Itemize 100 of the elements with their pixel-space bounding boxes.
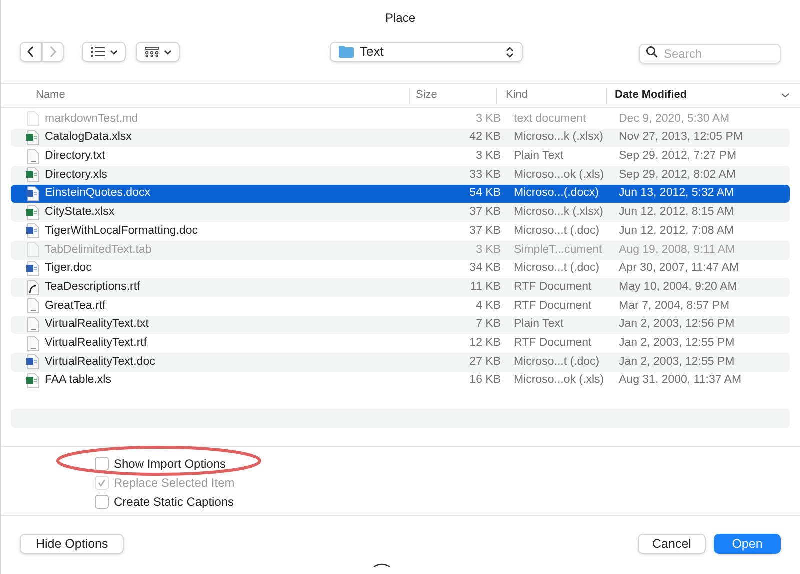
file-kind: RTF Document bbox=[514, 300, 592, 312]
file-size: 4 KB bbox=[476, 300, 501, 312]
file-kind: Microso...ok (.xls) bbox=[514, 374, 604, 386]
option-label: Create Static Captions bbox=[114, 494, 234, 510]
file-size: 37 KB bbox=[470, 224, 501, 237]
file-row[interactable]: TeaDescriptions.rtf 11 KB RTF Document May 10, 2004, 9:20 AM bbox=[11, 278, 790, 297]
file-date: Jan 2, 2003, 12:55 PM bbox=[619, 356, 735, 368]
grid-icon bbox=[144, 47, 158, 57]
pen-document-icon bbox=[26, 280, 40, 296]
file-date: Jan 2, 2003, 12:55 PM bbox=[619, 336, 735, 349]
column-header[interactable]: Name bbox=[36, 87, 66, 104]
file-size: 27 KB bbox=[470, 356, 501, 368]
file-size: 3 KB bbox=[476, 112, 501, 125]
column-header[interactable]: Date Modified bbox=[615, 87, 688, 104]
file-kind: text document bbox=[514, 112, 586, 125]
file-name: TeaDescriptions.rtf bbox=[45, 280, 140, 295]
file-name: CityState.xlsx bbox=[45, 205, 115, 220]
location-dropdown[interactable]: Text bbox=[330, 42, 523, 62]
checkbox[interactable] bbox=[95, 457, 109, 471]
file-kind: Microso...k (.xlsx) bbox=[514, 131, 604, 144]
file-name: GreatTea.rtf bbox=[45, 298, 106, 314]
file-row[interactable]: EinsteinQuotes.docx 54 KB Microso...(.docx) Jun 13, 2012, 5:32 AM bbox=[11, 184, 790, 204]
file-row[interactable]: CityState.xlsx 37 KB Microso...k (.xlsx) Jun 12, 2012, 8:15 AM bbox=[11, 203, 790, 222]
file-size: 16 KB bbox=[470, 374, 501, 386]
file-name: Directory.xls bbox=[45, 168, 108, 183]
column-header[interactable]: Size bbox=[416, 87, 438, 104]
file-size: 37 KB bbox=[470, 206, 501, 218]
file-name: markdownTest.md bbox=[45, 112, 138, 127]
file-kind: RTF Document bbox=[514, 280, 592, 293]
file-size: 33 KB bbox=[470, 168, 501, 181]
checkbox[interactable] bbox=[95, 495, 109, 509]
file-date: Jun 12, 2012, 8:15 AM bbox=[619, 206, 734, 218]
spreadsheet-icon bbox=[26, 204, 40, 221]
file-row[interactable]: FAA table.xls 16 KB Microso...ok (.xls) Aug 31, 2000, 11:37 AM bbox=[11, 372, 790, 390]
list-icon bbox=[90, 47, 104, 57]
file-date: Jan 2, 2003, 12:56 PM bbox=[619, 318, 735, 330]
file-kind: Microso...(.docx) bbox=[514, 187, 599, 200]
view-mode-button[interactable] bbox=[82, 42, 126, 62]
column-header[interactable]: Kind bbox=[506, 87, 528, 104]
chevron-down-icon bbox=[110, 50, 118, 54]
file-name: Directory.txt bbox=[45, 149, 106, 164]
text-file-icon bbox=[26, 316, 40, 333]
file-row[interactable]: TigerWithLocalFormatting.doc 37 KB Microso...t (.doc) Jun 12, 2012, 7:08 AM bbox=[11, 222, 790, 241]
file-date: Sep 29, 2012, 8:02 AM bbox=[619, 168, 736, 181]
back-button[interactable] bbox=[20, 42, 42, 62]
file-row[interactable]: VirtualRealityText.rtf 12 KB RTF Document Jan 2, 2003, 12:55 PM bbox=[11, 334, 790, 353]
blank-file-icon bbox=[26, 242, 40, 258]
folder-icon bbox=[339, 46, 354, 58]
file-row[interactable]: Directory.xls 33 KB Microso...ok (.xls) Sep 29, 2012, 8:02 AM bbox=[11, 166, 790, 185]
group-button[interactable] bbox=[136, 42, 180, 62]
text-file-icon bbox=[26, 148, 40, 165]
text-file-icon bbox=[26, 336, 40, 352]
file-row[interactable]: Directory.txt 3 KB Plain Text Sep 29, 2012, 7:27 PM bbox=[11, 147, 790, 166]
file-size: 3 KB bbox=[476, 244, 501, 256]
file-kind: Microso...ok (.xls) bbox=[514, 168, 604, 181]
spreadsheet-icon bbox=[26, 167, 40, 184]
hide-options-button[interactable]: Hide Options bbox=[20, 534, 124, 554]
window-title: Place bbox=[384, 10, 417, 27]
file-date: Apr 30, 2007, 11:47 AM bbox=[619, 262, 739, 274]
file-date: Jun 13, 2012, 5:32 AM bbox=[619, 187, 734, 200]
file-row[interactable]: VirtualRealityText.doc 27 KB Microso...t (.doc) Jan 2, 2003, 12:55 PM bbox=[11, 352, 790, 372]
option-label: Replace Selected Item bbox=[114, 475, 235, 491]
search-icon bbox=[646, 46, 658, 58]
chevron-down-icon bbox=[781, 93, 790, 98]
spreadsheet-icon bbox=[26, 372, 40, 389]
file-date: Sep 29, 2012, 7:27 PM bbox=[619, 150, 737, 162]
file-row[interactable]: VirtualRealityText.txt 7 KB Plain Text Jan 2, 2003, 12:56 PM bbox=[11, 316, 790, 334]
open-button[interactable]: Open bbox=[714, 534, 781, 554]
file-kind: Microso...t (.doc) bbox=[514, 224, 600, 237]
file-size: 7 KB bbox=[476, 318, 501, 330]
chevron-right-icon bbox=[49, 46, 57, 58]
up-down-chevron-icon bbox=[506, 46, 514, 58]
file-kind: RTF Document bbox=[514, 336, 592, 349]
file-size: 34 KB bbox=[470, 262, 501, 274]
file-kind: Microso...t (.doc) bbox=[514, 356, 600, 368]
file-name: TigerWithLocalFormatting.doc bbox=[45, 224, 198, 239]
file-date: Nov 27, 2013, 12:05 PM bbox=[619, 131, 744, 144]
file-name: VirtualRealityText.doc bbox=[45, 354, 156, 370]
file-size: 12 KB bbox=[470, 336, 501, 349]
document-icon bbox=[26, 260, 40, 277]
file-name: VirtualRealityText.rtf bbox=[45, 336, 148, 351]
file-date: Aug 19, 2008, 9:11 AM bbox=[619, 244, 736, 256]
file-name: VirtualRealityText.txt bbox=[45, 317, 149, 332]
cancel-button[interactable]: Cancel bbox=[638, 534, 706, 554]
file-row[interactable]: CatalogData.xlsx 42 KB Microso...k (.xlsx) Nov 27, 2013, 12:05 PM bbox=[11, 128, 790, 148]
file-row[interactable]: GreatTea.rtf 4 KB RTF Document Mar 7, 2004, 8:57 PM bbox=[11, 296, 790, 316]
file-row[interactable]: Tiger.doc 34 KB Microso...t (.doc) Apr 30, 2007, 11:47 AM bbox=[11, 260, 790, 278]
document-icon bbox=[26, 223, 40, 240]
file-kind: Plain Text bbox=[514, 150, 564, 162]
file-size: 54 KB bbox=[470, 187, 501, 200]
file-date: Mar 7, 2004, 8:57 PM bbox=[619, 300, 730, 312]
file-size: 3 KB bbox=[476, 150, 501, 162]
file-name: EinsteinQuotes.docx bbox=[45, 186, 150, 202]
caret-up-icon bbox=[373, 562, 391, 568]
file-kind: Microso...t (.doc) bbox=[514, 262, 600, 274]
document-icon bbox=[26, 186, 40, 202]
option-label: Show Import Options bbox=[114, 456, 226, 472]
file-name: FAA table.xls bbox=[45, 373, 112, 388]
file-kind: Microso...k (.xlsx) bbox=[514, 206, 604, 218]
search-field[interactable]: Search bbox=[639, 44, 781, 64]
